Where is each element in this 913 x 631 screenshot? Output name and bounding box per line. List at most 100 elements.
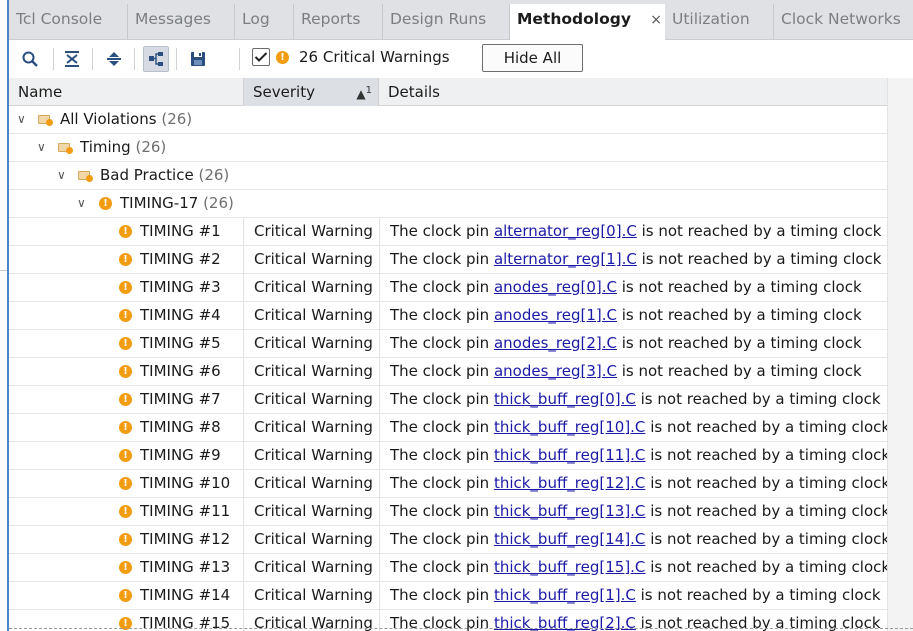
details-cell: The clock pin thick_buff_reg[1].C is not…	[379, 582, 887, 609]
table-row[interactable]: ! TIMING #11 Critical Warning The clock pin…	[9, 498, 887, 526]
tab-messages[interactable]: Messages	[128, 4, 235, 40]
tab-label: Log	[242, 10, 270, 28]
pin-link[interactable]: thick_buff_reg[11].C	[494, 446, 645, 464]
details-prefix: The clock pin	[390, 474, 494, 492]
tab-design-runs[interactable]: Design Runs	[383, 4, 510, 40]
pin-link[interactable]: thick_buff_reg[15].C	[494, 558, 645, 576]
details-prefix: The clock pin	[390, 418, 494, 436]
table-row[interactable]: ! TIMING #9 Critical Warning The clock pin …	[9, 442, 887, 470]
name-cell: ! TIMING #7	[9, 386, 243, 413]
details-prefix: The clock pin	[390, 586, 494, 604]
details-cell: The clock pin thick_buff_reg[14].C is no…	[379, 526, 887, 553]
edge-notch	[0, 270, 7, 271]
name-cell: ! TIMING #4	[9, 302, 243, 329]
table-row[interactable]: ! TIMING #14 Critical Warning The clock pin…	[9, 582, 887, 610]
critical-warning-icon: !	[119, 533, 132, 546]
tab-utilization[interactable]: Utilization	[665, 4, 774, 40]
tree-row-timing-17[interactable]: ∨ ! TIMING-17 (26)	[9, 190, 887, 218]
chevron-down-icon[interactable]: ∨	[37, 134, 46, 161]
hide-all-button[interactable]: Hide All	[482, 44, 583, 72]
pin-link[interactable]: alternator_reg[1].C	[494, 250, 637, 268]
chevron-down-icon[interactable]: ∨	[57, 162, 66, 189]
table-row[interactable]: ! TIMING #10 Critical Warning The clock pin…	[9, 470, 887, 498]
tab-tcl-console[interactable]: Tcl Console	[9, 4, 128, 40]
table-row[interactable]: ! TIMING #8 Critical Warning The clock pin …	[9, 414, 887, 442]
name-cell: ∨ All Violations (26)	[9, 106, 243, 133]
column-header-details[interactable]: Details	[379, 78, 887, 106]
details-cell: The clock pin thick_buff_reg[0].C is not…	[379, 386, 887, 413]
tree-row-timing[interactable]: ∨ Timing (26)	[9, 134, 887, 162]
column-header-severity[interactable]: Severity ▲1	[243, 78, 379, 106]
pin-link[interactable]: anodes_reg[0].C	[494, 278, 617, 296]
chevron-down-icon[interactable]: ∨	[17, 106, 26, 133]
details-suffix: is not reached by a timing clock	[645, 474, 887, 492]
pin-link[interactable]: anodes_reg[2].C	[494, 334, 617, 352]
critical-warning-icon: !	[119, 449, 132, 462]
toolbar-separator	[53, 48, 54, 70]
details-suffix: is not reached by a timing clock	[616, 306, 862, 324]
right-empty-strip	[887, 78, 913, 631]
close-icon[interactable]: ×	[650, 5, 662, 36]
table-row[interactable]: ! TIMING #4 Critical Warning The clock pin …	[9, 302, 887, 330]
table-row[interactable]: ! TIMING #2 Critical Warning The clock pin …	[9, 246, 887, 274]
severity-cell: Critical Warning	[243, 330, 379, 357]
pin-link[interactable]: thick_buff_reg[0].C	[494, 390, 636, 408]
table-row[interactable]: ! TIMING #13 Critical Warning The clock pin…	[9, 554, 887, 582]
details-suffix: is not reached by a timing clock	[645, 530, 887, 548]
name-cell: ! TIMING #14	[9, 582, 243, 609]
save-icon[interactable]	[185, 46, 211, 72]
name-cell: ! TIMING #9	[9, 442, 243, 469]
table-row[interactable]: ! TIMING #12 Critical Warning The clock pin…	[9, 526, 887, 554]
group-by-icon[interactable]	[143, 46, 169, 72]
details-cell: The clock pin alternator_reg[1].C is not…	[379, 246, 887, 273]
chevron-down-icon[interactable]: ∨	[77, 190, 86, 217]
name-cell: ! TIMING #1	[9, 218, 243, 245]
tab-methodology[interactable]: Methodology ×	[510, 4, 665, 41]
name-cell: ∨ ! TIMING-17 (26)	[9, 190, 243, 217]
details-suffix: is not reached by a timing clock	[645, 418, 887, 436]
toolbar-separator	[92, 48, 93, 70]
name-cell: ! TIMING #5	[9, 330, 243, 357]
pin-link[interactable]: thick_buff_reg[1].C	[494, 586, 636, 604]
details-cell: The clock pin anodes_reg[0].C is not rea…	[379, 274, 887, 301]
violations-table: Name Severity ▲1 Details ∨ All Violation…	[9, 78, 887, 631]
pin-link[interactable]: thick_buff_reg[12].C	[494, 474, 645, 492]
tree-label: Bad Practice (26)	[100, 166, 230, 184]
details-prefix: The clock pin	[390, 250, 494, 268]
critical-warning-icon: !	[99, 197, 112, 210]
details-prefix: The clock pin	[390, 446, 494, 464]
expand-all-icon[interactable]	[101, 46, 127, 72]
tab-clock-networks[interactable]: Clock Networks	[774, 4, 913, 40]
details-cell: The clock pin thick_buff_reg[12].C is no…	[379, 470, 887, 497]
details-prefix: The clock pin	[390, 278, 494, 296]
table-row[interactable]: ! TIMING #7 Critical Warning The clock pin …	[9, 386, 887, 414]
table-row[interactable]: ! TIMING #1 Critical Warning The clock pin …	[9, 218, 887, 246]
details-prefix: The clock pin	[390, 530, 494, 548]
tree-row-all-violations[interactable]: ∨ All Violations (26)	[9, 106, 887, 134]
details-suffix: is not reached by a timing clock	[635, 586, 881, 604]
pin-link[interactable]: thick_buff_reg[13].C	[494, 502, 645, 520]
critical-warnings-checkbox[interactable]	[252, 48, 270, 66]
details-cell: The clock pin thick_buff_reg[15].C is no…	[379, 554, 887, 581]
table-row[interactable]: ! TIMING #5 Critical Warning The clock pin …	[9, 330, 887, 358]
pin-link[interactable]: anodes_reg[1].C	[494, 306, 617, 324]
critical-warning-icon: !	[119, 225, 132, 238]
left-window-edge	[0, 0, 9, 631]
folder-warning-icon	[78, 170, 93, 182]
critical-warning-icon: !	[119, 281, 132, 294]
critical-warning-icon: !	[119, 337, 132, 350]
table-row[interactable]: ! TIMING #6 Critical Warning The clock pin …	[9, 358, 887, 386]
pin-link[interactable]: thick_buff_reg[10].C	[494, 418, 645, 436]
collapse-all-icon[interactable]	[59, 46, 85, 72]
tab-label: Design Runs	[390, 10, 487, 28]
toolbar-separator	[176, 48, 177, 70]
tree-row-bad-practice[interactable]: ∨ Bad Practice (26)	[9, 162, 887, 190]
tab-log[interactable]: Log	[235, 4, 294, 40]
pin-link[interactable]: thick_buff_reg[14].C	[494, 530, 645, 548]
pin-link[interactable]: anodes_reg[3].C	[494, 362, 617, 380]
pin-link[interactable]: alternator_reg[0].C	[494, 222, 637, 240]
column-header-name[interactable]: Name	[9, 78, 243, 106]
search-icon[interactable]	[17, 46, 43, 72]
tab-reports[interactable]: Reports	[294, 4, 383, 40]
table-row[interactable]: ! TIMING #3 Critical Warning The clock pin …	[9, 274, 887, 302]
